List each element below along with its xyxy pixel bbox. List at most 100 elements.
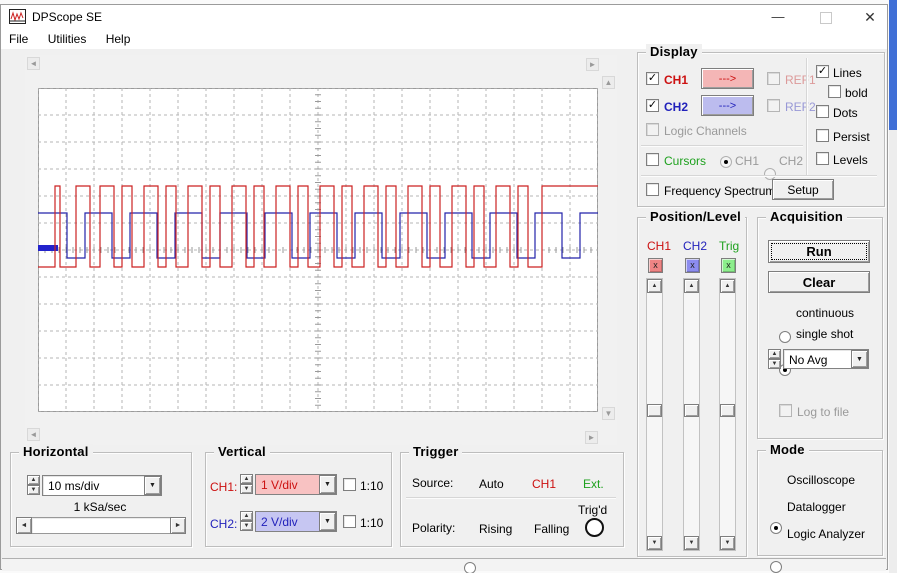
- trig-slider-up-icon[interactable]: ▲: [720, 279, 735, 293]
- ch1-display-checkbox[interactable]: ✓: [646, 72, 659, 85]
- menu-bar: File Utilities Help: [1, 29, 887, 49]
- avg-spinner-down-icon[interactable]: ▼: [768, 359, 781, 369]
- persist-checkbox[interactable]: [816, 129, 829, 142]
- ch2-scale-select[interactable]: 2 V/div ▼: [255, 511, 337, 532]
- vertical-ch2-label: CH2:: [210, 517, 237, 531]
- plot-scroll-right-top-icon[interactable]: ►: [586, 58, 599, 71]
- menu-file[interactable]: File: [1, 29, 36, 49]
- ch2-scale-spinner[interactable]: ▲ ▼: [240, 511, 253, 531]
- mode-logic-analyzer-label: Logic Analyzer: [787, 527, 865, 541]
- timebase-spinner-down-icon[interactable]: ▼: [27, 485, 40, 495]
- lines-checkbox[interactable]: ✓: [816, 65, 829, 78]
- close-button[interactable]: ✕: [851, 5, 889, 29]
- trigd-label: Trig'd: [578, 503, 607, 517]
- menu-utilities[interactable]: Utilities: [40, 29, 95, 49]
- position-ch1-label: CH1: [647, 239, 671, 253]
- plot-scroll-left-bottom-icon[interactable]: ◄: [27, 428, 40, 441]
- ch2-to-ref2-button[interactable]: --->: [701, 95, 754, 116]
- ref2-checkbox[interactable]: [767, 99, 780, 112]
- plot-scroll-left-top-icon[interactable]: ◄: [27, 57, 40, 70]
- ch1-to-ref1-button[interactable]: --->: [701, 68, 754, 89]
- run-button-label: Run: [806, 244, 831, 259]
- trigger-auto-radio[interactable]: [464, 562, 476, 573]
- ch2-scale-spinner-up-icon[interactable]: ▲: [240, 511, 253, 521]
- log-to-file-label: Log to file: [797, 405, 849, 419]
- dots-checkbox[interactable]: [816, 105, 829, 118]
- ch2-scale-dropdown-icon[interactable]: ▼: [319, 512, 336, 531]
- ch2-scale-spinner-down-icon[interactable]: ▼: [240, 521, 253, 531]
- trigger-source-label: Source:: [412, 476, 453, 490]
- persist-label: Persist: [833, 130, 870, 144]
- ch1-scale-select[interactable]: 1 V/div ▼: [255, 474, 337, 495]
- cursors-label: Cursors: [664, 154, 706, 168]
- horizontal-offset-scrollbar[interactable]: ◄ ►: [16, 517, 186, 534]
- continuous-radio[interactable]: [779, 331, 791, 343]
- trig-level-reset-button[interactable]: x: [721, 258, 736, 273]
- ch2-arrow-label: --->: [719, 100, 736, 112]
- log-to-file-checkbox[interactable]: [779, 404, 792, 417]
- ch2-position-reset-button[interactable]: x: [685, 258, 700, 273]
- menu-help[interactable]: Help: [98, 29, 139, 49]
- trigger-title: Trigger: [409, 444, 462, 459]
- ch2-display-checkbox[interactable]: ✓: [646, 99, 659, 112]
- ch1-position-reset-button[interactable]: x: [648, 258, 663, 273]
- trig-level-slider[interactable]: ▲ ▼: [719, 278, 736, 551]
- scrollbar-track[interactable]: [32, 517, 170, 534]
- scrollbar-left-icon[interactable]: ◄: [16, 517, 32, 534]
- plot-scroll-down-icon[interactable]: ▼: [602, 407, 615, 420]
- ch1-probe-checkbox[interactable]: [343, 478, 356, 491]
- ch2-probe-checkbox[interactable]: [343, 515, 356, 528]
- run-button[interactable]: Run: [768, 240, 870, 263]
- ch1-scale-spinner[interactable]: ▲ ▼: [240, 474, 253, 494]
- trigger-ch1-label: CH1: [532, 477, 556, 491]
- cursor-ch1-radio[interactable]: [720, 156, 732, 168]
- cursor-ch1-label: CH1: [735, 154, 759, 168]
- frequency-spectrum-checkbox[interactable]: [646, 183, 659, 196]
- avg-spinner[interactable]: ▲ ▼: [768, 349, 781, 369]
- ch2-position-slider[interactable]: ▲ ▼: [683, 278, 700, 551]
- averaging-select[interactable]: No Avg ▼: [783, 349, 869, 369]
- minimize-button[interactable]: —: [759, 5, 797, 29]
- logic-channels-checkbox[interactable]: [646, 123, 659, 136]
- timebase-dropdown-icon[interactable]: ▼: [144, 476, 161, 495]
- plot-scroll-right-bottom-icon[interactable]: ►: [585, 431, 598, 444]
- bold-checkbox[interactable]: [828, 85, 841, 98]
- scrollbar-right-icon[interactable]: ►: [170, 517, 186, 534]
- ch2-slider-thumb[interactable]: [684, 404, 699, 417]
- ch1-scale-spinner-down-icon[interactable]: ▼: [240, 484, 253, 494]
- ch2-display-label: CH2: [664, 100, 688, 114]
- averaging-dropdown-icon[interactable]: ▼: [851, 350, 868, 368]
- status-strip: [2, 558, 886, 571]
- trig-slider-down-icon[interactable]: ▼: [720, 536, 735, 550]
- ch1-scale-dropdown-icon[interactable]: ▼: [319, 475, 336, 494]
- maximize-button[interactable]: [807, 5, 845, 29]
- trigger-separator: [406, 497, 616, 498]
- timebase-spinner-up-icon[interactable]: ▲: [27, 475, 40, 485]
- ch2-probe-label: 1:10: [360, 516, 383, 530]
- plot-scroll-up-icon[interactable]: ▲: [602, 76, 615, 89]
- ref1-checkbox[interactable]: [767, 72, 780, 85]
- ch1-scale-spinner-up-icon[interactable]: ▲: [240, 474, 253, 484]
- sample-rate-label: 1 kSa/sec: [40, 500, 160, 514]
- mode-oscilloscope-radio[interactable]: [770, 522, 782, 534]
- ch2-slider-down-icon[interactable]: ▼: [684, 536, 699, 550]
- ch1-position-slider[interactable]: ▲ ▼: [646, 278, 663, 551]
- ch1-slider-thumb[interactable]: [647, 404, 662, 417]
- timebase-spinner[interactable]: ▲ ▼: [27, 475, 40, 495]
- timebase-select[interactable]: 10 ms/div ▼: [42, 475, 162, 496]
- mode-title: Mode: [766, 442, 809, 457]
- cursors-checkbox[interactable]: [646, 153, 659, 166]
- setup-button[interactable]: Setup: [772, 179, 834, 200]
- title-bar: DPScope SE — ✕: [1, 5, 887, 29]
- trig-slider-thumb[interactable]: [720, 404, 735, 417]
- ch1-scale-value: 1 V/div: [256, 475, 319, 494]
- cursor-ch2-label: CH2: [779, 154, 803, 168]
- ch1-slider-up-icon[interactable]: ▲: [647, 279, 662, 293]
- clear-button[interactable]: Clear: [768, 271, 870, 293]
- avg-spinner-up-icon[interactable]: ▲: [768, 349, 781, 359]
- levels-checkbox[interactable]: [816, 152, 829, 165]
- position-level-title: Position/Level: [646, 209, 745, 224]
- ch2-slider-up-icon[interactable]: ▲: [684, 279, 699, 293]
- mode-datalogger-radio[interactable]: [770, 561, 782, 573]
- ch1-slider-down-icon[interactable]: ▼: [647, 536, 662, 550]
